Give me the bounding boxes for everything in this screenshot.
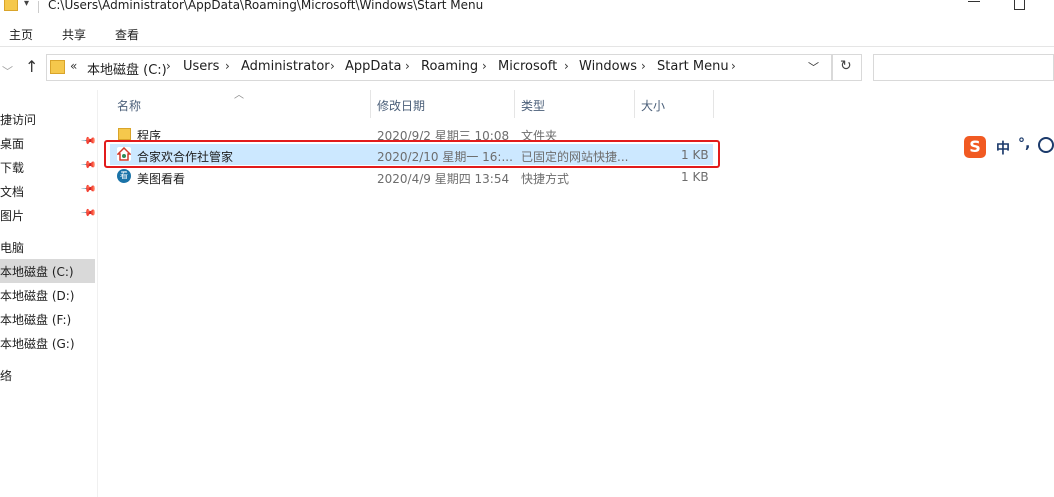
nav-this-pc[interactable]: 电脑	[0, 239, 24, 256]
highlight-annotation-box	[104, 140, 720, 168]
column-divider[interactable]	[713, 90, 714, 118]
refresh-icon[interactable]: ↻	[840, 58, 852, 74]
ime-punctuation-toggle[interactable]: °,	[1018, 136, 1030, 152]
window-title: C:\Users\Administrator\AppData\Roaming\M…	[48, 0, 484, 12]
nav-network[interactable]: 络	[0, 367, 12, 384]
nav-desktop[interactable]: 桌面	[0, 135, 24, 152]
breadcrumb-chevron-icon[interactable]: ›	[731, 59, 736, 73]
file-size: 1 KB	[681, 170, 709, 184]
file-date: 2020/4/9 星期四 13:54	[377, 172, 510, 186]
breadcrumb-chevron-icon[interactable]: ›	[166, 59, 171, 73]
address-dropdown-icon[interactable]: ﹀	[808, 59, 819, 75]
breadcrumb-overflow-icon[interactable]: «	[70, 59, 77, 73]
breadcrumb-chevron-icon[interactable]: ›	[225, 59, 230, 73]
breadcrumb-item[interactable]: Administrator	[241, 59, 330, 74]
column-header-name[interactable]: 名称	[117, 97, 141, 114]
quick-access-dropdown-icon[interactable]: ▾	[24, 0, 29, 9]
column-header-date[interactable]: 修改日期	[377, 97, 425, 114]
column-header-type[interactable]: 类型	[521, 97, 545, 114]
emoji-icon[interactable]	[1038, 137, 1054, 153]
folder-icon	[118, 128, 131, 140]
sogou-logo-icon[interactable]: S	[964, 136, 986, 158]
file-type: 快捷方式	[521, 172, 570, 186]
nav-downloads[interactable]: 下载	[0, 159, 24, 176]
nav-drive-f[interactable]: 本地磁盘 (F:)	[0, 311, 71, 328]
nav-quick-access[interactable]: 捷访问	[0, 111, 36, 128]
breadcrumb-item[interactable]: Roaming	[421, 59, 478, 74]
breadcrumb-chevron-icon[interactable]: ›	[405, 59, 410, 73]
breadcrumb-item[interactable]: Start Menu	[657, 59, 729, 74]
ime-mode-toggle[interactable]: 中	[996, 138, 1010, 158]
column-divider[interactable]	[370, 90, 371, 118]
breadcrumb-item[interactable]: AppData	[345, 59, 401, 74]
column-divider[interactable]	[634, 90, 635, 118]
column-header-size[interactable]: 大小	[641, 97, 665, 114]
breadcrumb-item[interactable]: Windows	[579, 59, 637, 74]
breadcrumb-item[interactable]: 本地磁盘 (C:)	[87, 59, 167, 78]
column-divider[interactable]	[514, 90, 515, 118]
tab-view[interactable]: 查看	[115, 26, 139, 43]
breadcrumb-item[interactable]: Users	[183, 59, 219, 74]
tab-home[interactable]: 主页	[9, 26, 33, 43]
nav-drive-g[interactable]: 本地磁盘 (G:)	[0, 335, 75, 352]
breadcrumb-chevron-icon[interactable]: ›	[564, 59, 569, 73]
nav-drive-d[interactable]: 本地磁盘 (D:)	[0, 287, 74, 304]
search-input[interactable]	[873, 54, 1054, 81]
folder-icon	[4, 0, 18, 11]
nav-documents[interactable]: 文档	[0, 183, 24, 200]
recent-locations-icon[interactable]: ﹀	[2, 63, 13, 79]
file-name[interactable]: 美图看看	[137, 170, 185, 187]
title-separator	[38, 1, 39, 13]
nav-drive-c[interactable]: 本地磁盘 (C:)	[0, 263, 74, 280]
folder-icon	[50, 60, 65, 74]
sort-ascending-icon: ︿	[234, 90, 244, 101]
breadcrumb-item[interactable]: Microsoft	[498, 59, 557, 74]
minimize-button[interactable]	[968, 1, 980, 2]
breadcrumb-chevron-icon[interactable]: ›	[330, 59, 335, 73]
nav-pictures[interactable]: 图片	[0, 207, 24, 224]
ribbon	[0, 18, 1054, 47]
up-arrow-icon[interactable]: ↑	[25, 57, 38, 76]
breadcrumb-chevron-icon[interactable]: ›	[482, 59, 487, 73]
pane-divider[interactable]	[97, 90, 98, 497]
tab-share[interactable]: 共享	[62, 26, 86, 43]
meitu-icon: 看	[117, 169, 131, 183]
maximize-button[interactable]	[1014, 0, 1025, 10]
breadcrumb-chevron-icon[interactable]: ›	[641, 59, 646, 73]
